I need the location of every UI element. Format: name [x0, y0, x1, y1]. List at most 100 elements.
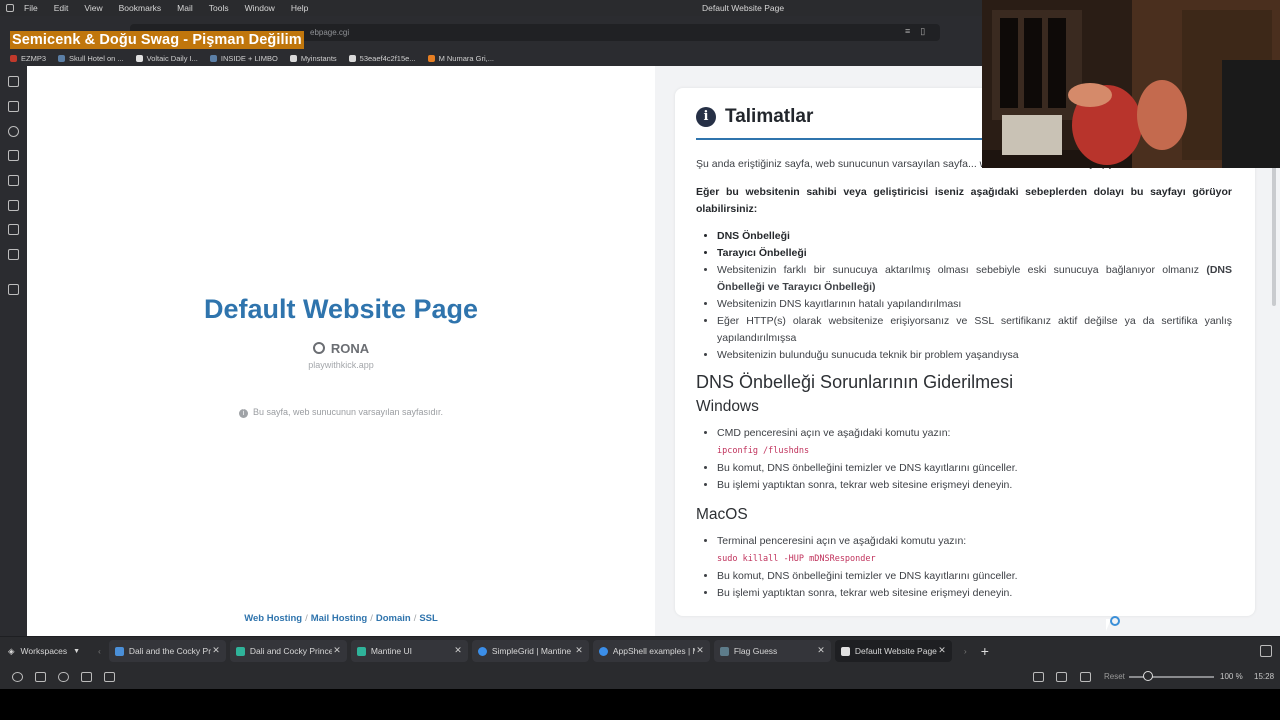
tab-favicon-icon: [719, 646, 729, 656]
close-tab-icon[interactable]: ✕: [938, 645, 946, 656]
tab-mantine-ui[interactable]: Mantine UI ✕: [350, 640, 468, 662]
cloud-icon[interactable]: [58, 672, 69, 682]
org-name: RONA: [27, 341, 655, 356]
tab-favicon-icon: [356, 646, 366, 656]
reader-view-icon[interactable]: ≡: [905, 26, 910, 37]
list-item: Websitenizin farklı bir sunucuya aktarıl…: [717, 262, 1232, 296]
close-tab-icon[interactable]: ✕: [575, 645, 583, 656]
windows-heading: Windows: [696, 398, 759, 415]
tab-scroll-left-icon[interactable]: ‹: [98, 646, 101, 656]
tiling-icon[interactable]: [1056, 672, 1067, 682]
panel-toggle-icon[interactable]: [35, 672, 46, 682]
bookmark-item[interactable]: Myinstants: [289, 54, 337, 63]
menu-file[interactable]: File: [24, 3, 38, 13]
loading-ring-icon: [1110, 616, 1120, 626]
menu-tools[interactable]: Tools: [209, 3, 229, 13]
macos-heading: MacOS: [696, 506, 748, 523]
reason-text: Websitenizin farklı bir sunucuya aktarıl…: [717, 264, 1207, 276]
tab-favicon-icon: [235, 646, 245, 656]
tab-appshell-examples[interactable]: AppShell examples | M ✕: [592, 640, 710, 662]
tab-label: Mantine UI: [370, 646, 412, 656]
tab-dali-and-cocky-prince[interactable]: Dali and Cocky Prince ✕: [229, 640, 347, 662]
windows-command: ipconfig /flushdns: [717, 446, 810, 456]
taskbar-area: [0, 689, 1280, 720]
tab-label: Dali and Cocky Prince: [249, 646, 332, 656]
history-panel-icon[interactable]: [8, 126, 19, 137]
document-icon: [135, 54, 143, 62]
reading-list-panel-icon[interactable]: [8, 200, 19, 211]
clock: 15:28: [1254, 672, 1275, 681]
page-actions-icon[interactable]: [1080, 672, 1091, 682]
menu-edit[interactable]: Edit: [54, 3, 69, 13]
default-page-left: Default Website Page RONA playwithkick.a…: [27, 66, 655, 636]
org-label: RONA: [330, 341, 370, 356]
footer-links: Web Hosting / Mail Hosting / Domain / SSL: [27, 613, 655, 624]
zoom-reset-button[interactable]: Reset: [1104, 672, 1125, 681]
downloads-panel-icon[interactable]: [8, 101, 19, 112]
menu-window[interactable]: Window: [245, 3, 275, 13]
tab-label: Default Website Page: [854, 646, 937, 656]
close-tab-icon[interactable]: ✕: [817, 645, 825, 656]
menu-help[interactable]: Help: [291, 3, 308, 13]
tab-favicon-icon: [114, 646, 124, 656]
bookmark-item[interactable]: M Numara Gri,...: [427, 54, 494, 63]
tab-label: SimpleGrid | Mantine: [491, 646, 572, 656]
vivaldi-app-icon[interactable]: [6, 4, 14, 12]
sync-icon[interactable]: [12, 672, 23, 682]
menu-bookmarks[interactable]: Bookmarks: [119, 3, 162, 13]
notes-panel-icon[interactable]: [8, 150, 19, 161]
tab-dali-cocky-prince[interactable]: Dali and the Cocky Pri ✕: [108, 640, 226, 662]
tab-menu-icon[interactable]: [1260, 645, 1272, 657]
tab-favicon-icon: [840, 646, 850, 656]
calendar-icon[interactable]: [104, 672, 115, 682]
tab-label: AppShell examples | M: [612, 646, 695, 656]
menu-view[interactable]: View: [84, 3, 102, 13]
reasons-heading: Eğer bu websitenin sahibi veya geliştiri…: [696, 186, 1232, 215]
zoom-slider-track[interactable]: [1129, 676, 1214, 678]
chevron-down-icon: ▼: [73, 647, 81, 655]
macos-steps: Terminal penceresini açın ve aşağıdaki k…: [717, 533, 1232, 602]
close-tab-icon[interactable]: ✕: [212, 645, 220, 656]
list-item: Websitenizin bulunduğu sunucuda teknik b…: [717, 347, 1232, 364]
tab-default-website-page[interactable]: Default Website Page ✕: [834, 640, 952, 662]
close-tab-icon[interactable]: ✕: [696, 645, 704, 656]
new-tab-button[interactable]: +: [981, 643, 989, 659]
bookmark-item[interactable]: Voltaic Daily I...: [135, 54, 198, 63]
link-ssl[interactable]: SSL: [419, 613, 437, 624]
list-item: Terminal penceresini açın ve aşağıdaki k…: [717, 533, 1232, 550]
bookmark-item[interactable]: INSIDE + LIMBO: [209, 54, 278, 63]
tab-flag-guess[interactable]: Flag Guess ✕: [713, 640, 831, 662]
bookmark-item[interactable]: 53eaef4c2f15e...: [348, 54, 416, 63]
webcam-feed-image: [982, 0, 1280, 168]
instructions-content: Şu anda eriştiğiniz sayfa, web sunucunun…: [696, 156, 1232, 602]
link-mail-hosting[interactable]: Mail Hosting: [311, 613, 367, 624]
close-tab-icon[interactable]: ✕: [454, 645, 462, 656]
window-panel-icon[interactable]: [8, 224, 19, 235]
link-domain[interactable]: Domain: [376, 613, 411, 624]
list-item: Bu komut, DNS önbelleğini temizler ve DN…: [717, 568, 1232, 585]
page-scrollbar[interactable]: [1272, 156, 1276, 306]
steam-icon: [58, 54, 66, 62]
close-tab-icon[interactable]: ✕: [333, 645, 341, 656]
link-web-hosting[interactable]: Web Hosting: [244, 613, 302, 624]
bookmarks-bar: EZMP3 Skull Hotel on ... Voltaic Daily I…: [0, 50, 982, 66]
mail-icon[interactable]: [81, 672, 92, 682]
macos-command: sudo killall -HUP mDNSResponder: [717, 554, 876, 564]
bookmark-item[interactable]: Skull Hotel on ...: [58, 54, 124, 63]
capture-icon[interactable]: [1033, 672, 1044, 682]
mail-panel-icon[interactable]: [8, 249, 19, 260]
workspaces-button[interactable]: ◈ Workspaces ▼: [0, 646, 98, 657]
bookmark-icon[interactable]: ▯: [920, 26, 925, 37]
zoom-slider-handle[interactable]: [1143, 671, 1153, 681]
bookmark-item[interactable]: EZMP3: [10, 54, 46, 63]
menu-mail[interactable]: Mail: [177, 3, 193, 13]
tab-scroll-right-icon[interactable]: ›: [964, 646, 967, 656]
translate-panel-icon[interactable]: [8, 175, 19, 186]
bookmarks-panel-icon[interactable]: [8, 76, 19, 87]
url-text: ebpage.cgi: [310, 28, 350, 37]
add-web-panel-icon[interactable]: [8, 284, 19, 295]
list-item: Bu işlemi yaptıktan sonra, tekrar web si…: [717, 585, 1232, 602]
list-item: Eğer HTTP(s) olarak websitenize erişiyor…: [717, 313, 1232, 347]
tab-favicon-icon: [477, 646, 487, 656]
tab-simplegrid-mantine[interactable]: SimpleGrid | Mantine ✕: [471, 640, 589, 662]
